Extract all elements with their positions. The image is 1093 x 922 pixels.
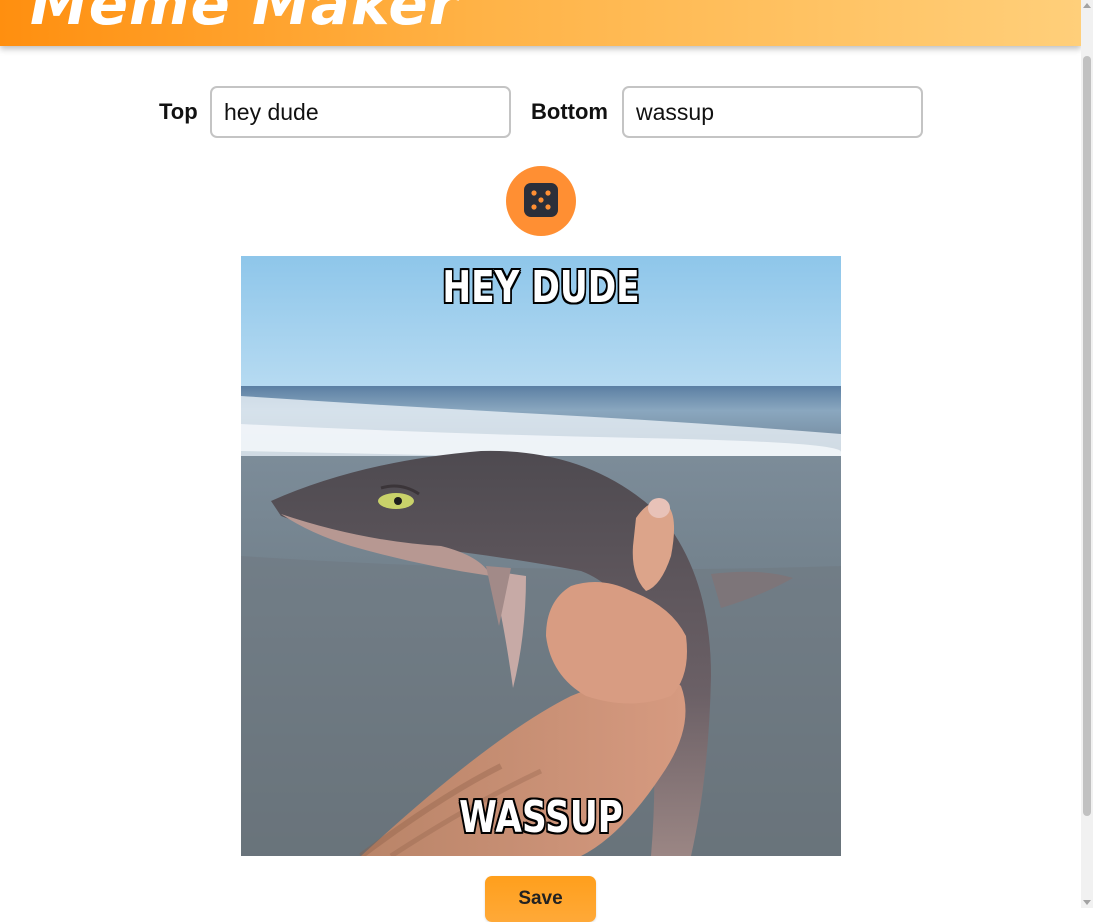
shark-photo	[241, 256, 841, 856]
randomize-image-button[interactable]	[506, 166, 576, 236]
app-header: Meme Maker	[0, 0, 1081, 46]
meme-bottom-text: WASSUP	[459, 792, 623, 843]
meme-top-text: HEY DUDE	[442, 262, 640, 313]
app-title: Meme Maker	[30, 0, 459, 38]
top-text-input[interactable]	[210, 86, 511, 138]
save-button[interactable]: Save	[485, 876, 596, 922]
page-scrollbar[interactable]	[1081, 0, 1093, 908]
meme-preview: HEY DUDE WASSUP	[241, 256, 841, 856]
scroll-up-arrow-icon[interactable]	[1083, 3, 1091, 8]
top-text-label: Top	[159, 99, 198, 124]
dice-icon	[523, 182, 559, 221]
bottom-text-input[interactable]	[622, 86, 923, 138]
scroll-thumb[interactable]	[1083, 56, 1091, 816]
bottom-text-label: Bottom	[531, 99, 608, 124]
scroll-down-arrow-icon[interactable]	[1083, 900, 1091, 905]
